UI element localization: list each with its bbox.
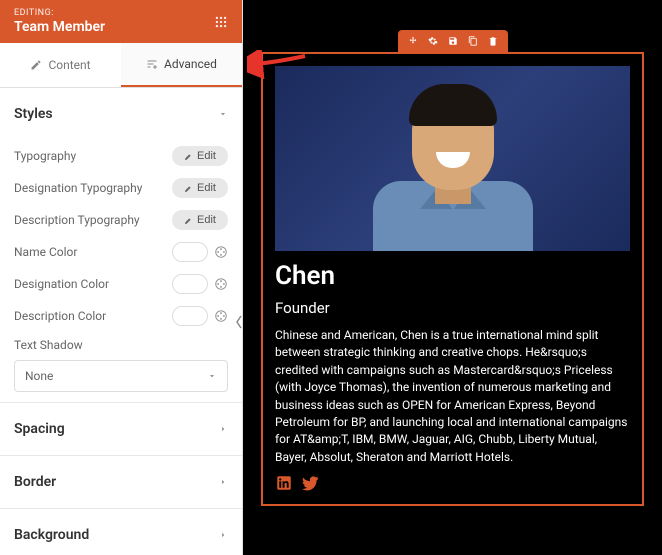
description-color-label: Description Color <box>14 309 106 323</box>
text-shadow-select[interactable]: None <box>14 360 228 392</box>
chevron-right-icon <box>218 477 228 487</box>
designation-color-label: Designation Color <box>14 277 109 291</box>
panel-body: Styles Typography Edit Designation Typog… <box>0 88 242 555</box>
team-member-card[interactable]: Chen Founder Chinese and American, Chen … <box>261 52 644 506</box>
element-toolbar <box>398 30 508 52</box>
designation-typography-edit-button[interactable]: Edit <box>172 178 228 198</box>
panel-tabs: Content Advanced <box>0 43 242 88</box>
name-color-label: Name Color <box>14 245 77 259</box>
section-spacing-title: Spacing <box>14 421 65 437</box>
tab-content[interactable]: Content <box>0 43 121 87</box>
description-color-swatch[interactable] <box>172 306 208 326</box>
pencil-icon <box>30 59 42 71</box>
apps-icon[interactable] <box>214 15 228 29</box>
delete-icon[interactable] <box>488 35 498 47</box>
chevron-right-icon <box>218 424 228 434</box>
typography-label: Typography <box>14 149 76 163</box>
typography-edit-button[interactable]: Edit <box>172 146 228 166</box>
member-bio: Chinese and American, Chen is a true int… <box>275 327 630 466</box>
member-photo <box>275 66 630 251</box>
member-role: Founder <box>275 299 630 317</box>
chevron-down-icon <box>218 109 228 119</box>
name-color-swatch[interactable] <box>172 242 208 262</box>
section-styles-title: Styles <box>14 106 53 122</box>
section-spacing-header[interactable]: Spacing <box>14 403 228 455</box>
text-shadow-label: Text Shadow <box>14 338 83 352</box>
twitter-icon[interactable] <box>301 474 319 492</box>
settings-icon[interactable] <box>428 35 438 47</box>
widget-name: Team Member <box>14 19 105 35</box>
member-name: Chen <box>275 261 630 291</box>
tab-advanced-label: Advanced <box>164 57 217 71</box>
section-styles-header[interactable]: Styles <box>14 88 228 140</box>
chevron-right-icon <box>218 530 228 540</box>
pencil-icon <box>184 184 193 193</box>
collapse-panel-icon[interactable] <box>235 314 242 330</box>
section-background-title: Background <box>14 527 89 543</box>
color-picker-icon[interactable] <box>214 309 228 323</box>
linkedin-icon[interactable] <box>275 474 293 492</box>
designation-typography-label: Designation Typography <box>14 181 142 195</box>
save-icon[interactable] <box>448 35 458 47</box>
sliders-icon <box>146 58 158 70</box>
editing-label: EDITING: <box>14 8 105 18</box>
section-border-header[interactable]: Border <box>14 456 228 508</box>
pencil-icon <box>184 152 193 161</box>
color-picker-icon[interactable] <box>214 277 228 291</box>
social-links <box>275 474 630 492</box>
panel-header: EDITING: Team Member <box>0 0 242 43</box>
tab-advanced[interactable]: Advanced <box>121 43 242 87</box>
editor-panel: EDITING: Team Member Content Advanced St… <box>0 0 243 555</box>
description-typography-label: Description Typography <box>14 213 140 227</box>
tab-content-label: Content <box>48 58 90 72</box>
section-border-title: Border <box>14 474 56 490</box>
section-styles: Styles Typography Edit Designation Typog… <box>0 88 242 392</box>
designation-color-swatch[interactable] <box>172 274 208 294</box>
text-shadow-value: None <box>25 369 53 383</box>
section-background-header[interactable]: Background <box>14 509 228 555</box>
move-icon[interactable] <box>408 35 418 47</box>
color-picker-icon[interactable] <box>214 245 228 259</box>
preview-canvas: Chen Founder Chinese and American, Chen … <box>243 0 662 555</box>
description-typography-edit-button[interactable]: Edit <box>172 210 228 230</box>
chevron-down-icon <box>207 371 217 381</box>
duplicate-icon[interactable] <box>468 35 478 47</box>
pencil-icon <box>184 216 193 225</box>
